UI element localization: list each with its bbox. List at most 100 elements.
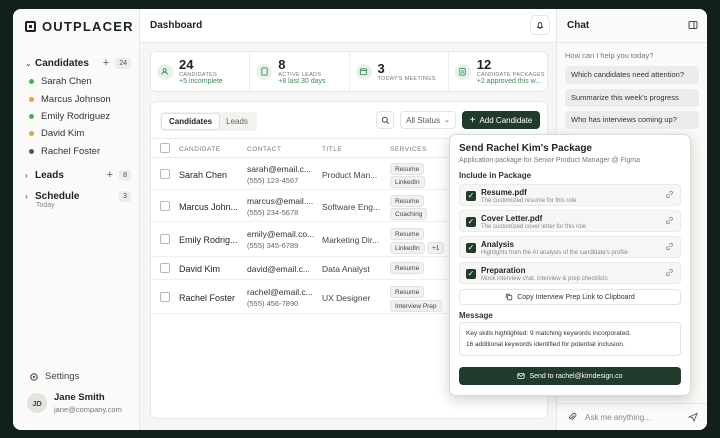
stat-label: TODAY'S MEETINGS — [377, 75, 436, 82]
candidate-title: Software Eng... — [322, 202, 381, 212]
copy-prep-link-button[interactable]: Copy Interview Prep Link to Clipboard — [459, 289, 681, 305]
chat-header: Chat — [557, 9, 707, 43]
include-label: Include in Package — [459, 171, 532, 180]
item-checkbox[interactable]: ✓ — [466, 191, 476, 201]
plus-icon: + — [469, 114, 476, 126]
candidate-name: David Kim — [179, 264, 221, 274]
chat-input[interactable]: Ask me anything... — [585, 413, 651, 422]
stat-value: 12 — [476, 57, 492, 72]
package-item-analysis[interactable]: ✓ Analysis Highlights from the AI analys… — [459, 236, 681, 258]
chat-suggestion[interactable]: Who has interviews coming up? — [565, 111, 699, 129]
sidebar-item-marcus-johnson[interactable]: Marcus Johnson — [29, 94, 111, 105]
stat-sub: +2 approved this w... — [476, 78, 542, 85]
candidate-email: emily@email.co... — [247, 229, 315, 239]
notifications-button[interactable] — [530, 15, 550, 35]
tab-candidates[interactable]: Candidates — [162, 114, 220, 129]
status-filter-dropdown[interactable]: All Status ⌄ — [400, 111, 456, 129]
candidate-email: sarah@email.c... — [247, 164, 311, 174]
candidate-title: Marketing Dir... — [322, 235, 380, 245]
item-checkbox[interactable]: ✓ — [466, 217, 476, 227]
package-item-preparation[interactable]: ✓ Preparation Mock interview chat, inter… — [459, 262, 681, 284]
item-checkbox[interactable]: ✓ — [466, 269, 476, 279]
bell-icon — [536, 22, 544, 29]
chat-suggestion[interactable]: Summarize this week's progress — [565, 89, 699, 107]
sidebar-item-sarah-chen[interactable]: Sarah Chen — [29, 76, 92, 87]
add-lead-icon[interactable]: + — [107, 169, 113, 181]
send-icon[interactable] — [688, 412, 698, 422]
chevron-down-icon: ⌄ — [443, 117, 450, 124]
user-name: Jane Smith — [54, 392, 105, 403]
gear-icon — [30, 372, 38, 381]
link-icon[interactable] — [665, 190, 674, 199]
item-description: The customized resume for this role — [481, 198, 577, 204]
service-chip: Resume — [390, 262, 425, 274]
logo-icon — [25, 21, 36, 32]
column-header: CANDIDATE — [179, 146, 221, 153]
calendar-icon — [355, 63, 372, 80]
chevron-down-icon: ⌄ — [25, 58, 32, 68]
column-header: CONTACT — [247, 146, 282, 153]
section-label: Schedule — [35, 190, 80, 202]
service-chip: Coaching — [390, 208, 428, 220]
chevron-right-icon: › — [25, 191, 28, 201]
user-profile[interactable]: JD Jane Smith jane@company.com — [27, 392, 122, 414]
row-checkbox[interactable] — [160, 263, 170, 273]
logo: OUTPLACER — [25, 19, 134, 34]
service-chip: Resume — [390, 228, 425, 240]
sidebar-item-rachel-foster[interactable]: Rachel Foster — [29, 146, 100, 157]
stat-active-leads[interactable]: 8 ACTIVE LEADS +8 last 30 days — [250, 52, 350, 91]
settings-link[interactable]: Settings — [29, 371, 79, 382]
candidate-email: rachel@email.c... — [247, 287, 313, 297]
candidate-email: marcus@email.... — [247, 196, 314, 206]
sidebar-item-label: Sarah Chen — [41, 76, 92, 87]
item-checkbox[interactable]: ✓ — [466, 243, 476, 253]
link-icon[interactable] — [665, 242, 674, 251]
send-package-dialog: Send Rachel Kim's Package Application pa… — [449, 134, 691, 396]
copy-icon — [506, 293, 513, 301]
row-checkbox[interactable] — [160, 292, 170, 302]
status-dot — [29, 149, 34, 154]
status-dot — [29, 131, 34, 136]
chat-input-bar: Ask me anything... — [557, 403, 707, 430]
stat-value: 8 — [278, 57, 286, 72]
candidate-name: Sarah Chen — [179, 170, 228, 180]
item-title: Analysis — [481, 240, 514, 249]
link-icon[interactable] — [665, 268, 674, 277]
chat-suggestion[interactable]: Which candidates need attention? — [565, 66, 699, 84]
sidebar-section-candidates[interactable]: ⌄ Candidates + 24 — [25, 57, 131, 69]
panel-toggle-icon[interactable] — [688, 20, 698, 30]
row-checkbox[interactable] — [160, 169, 170, 179]
row-checkbox[interactable] — [160, 201, 170, 211]
dialog-title: Send Rachel Kim's Package — [459, 143, 592, 154]
package-item-resume[interactable]: ✓ Resume.pdf The customized resume for t… — [459, 184, 681, 206]
sidebar-section-leads[interactable]: › Leads + 8 — [25, 169, 131, 181]
add-candidate-icon[interactable]: + — [103, 57, 109, 69]
add-candidate-button[interactable]: + Add Candidate — [462, 111, 540, 129]
schedule-subtitle: Today — [36, 202, 55, 209]
status-dot — [29, 114, 34, 119]
tab-leads[interactable]: Leads — [219, 114, 255, 129]
user-email: jane@company.com — [54, 405, 122, 414]
section-label: Candidates — [35, 57, 89, 69]
message-textarea[interactable]: Key skills highlighted: 9 matching keywo… — [459, 322, 681, 356]
stat-todays-meetings[interactable]: 3 TODAY'S MEETINGS — [350, 52, 449, 91]
row-checkbox[interactable] — [160, 234, 170, 244]
sidebar-item-david-kim[interactable]: David Kim — [29, 128, 84, 139]
stat-candidate-packages[interactable]: 12 CANDIDATE PACKAGES +2 approved this w… — [449, 52, 547, 91]
service-chip-more[interactable]: +1 — [427, 242, 445, 254]
sidebar-section-schedule[interactable]: › Schedule + 3 — [25, 190, 131, 202]
paperclip-icon[interactable] — [567, 412, 577, 422]
select-all-checkbox[interactable] — [160, 143, 170, 153]
item-description: Mock interview chat, interview & prep ch… — [481, 276, 608, 282]
service-chip: LinkedIn — [390, 176, 425, 188]
sidebar-item-emily-rodriguez[interactable]: Emily Rodriguez — [29, 111, 110, 122]
mail-icon — [517, 373, 526, 379]
stat-candidates[interactable]: 24 CANDIDATES +5 incomplete — [151, 52, 251, 91]
sidebar-item-label: Emily Rodriguez — [41, 111, 111, 122]
package-item-cover-letter[interactable]: ✓ Cover Letter.pdf The customized cover … — [459, 210, 681, 232]
search-button[interactable] — [376, 111, 394, 129]
candidate-title: UX Designer — [322, 293, 371, 303]
settings-label: Settings — [45, 371, 80, 382]
link-icon[interactable] — [665, 216, 674, 225]
send-package-button[interactable]: Send to rachel@kimdesign.co — [459, 367, 681, 385]
